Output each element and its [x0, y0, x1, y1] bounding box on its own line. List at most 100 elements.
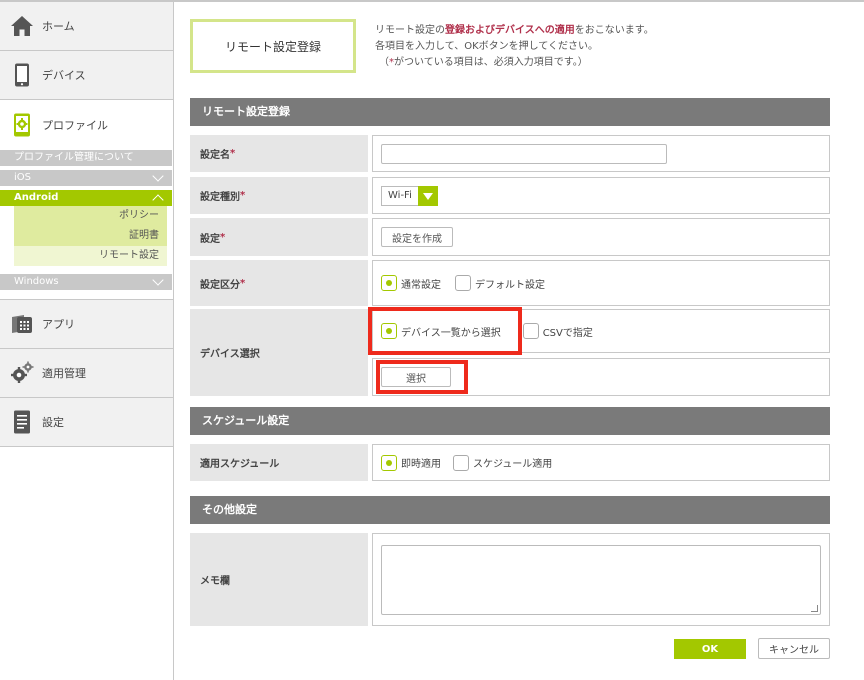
sidebar-item-remote-settings[interactable]: リモート設定 — [14, 246, 167, 266]
app-grid-icon — [10, 312, 34, 336]
schedule-radio-group: 即時適用 スケジュール適用 — [381, 454, 566, 471]
radio-checked-icon — [381, 454, 397, 471]
setting-type-value: Wi-Fi — [388, 190, 412, 201]
setting-name-label-text: 設定名 — [200, 150, 230, 161]
profile-menu-spacer — [0, 290, 173, 300]
setting-label: 設定 * — [190, 218, 368, 256]
intro-line-3: （*がついている項目は、必須入力項目です。） — [375, 55, 654, 71]
setting-type-label: 設定種別 * — [190, 177, 368, 214]
sidebar-item-apply-label: 適用管理 — [42, 367, 86, 380]
sidebar-item-settings[interactable]: 設定 — [0, 398, 173, 447]
sidebar-item-apply[interactable]: 適用管理 — [0, 349, 173, 398]
category-radio-group: 通常設定 デフォルト設定 — [381, 275, 559, 291]
row-category: 設定区分 * 通常設定 デフォルト設定 — [190, 260, 830, 306]
chevron-up-icon — [152, 194, 164, 206]
sidebar-item-profile[interactable]: プロファイル — [0, 100, 173, 150]
setting-name-input[interactable] — [381, 143, 667, 164]
category-cell: 通常設定 デフォルト設定 — [372, 260, 830, 306]
category-default-radio[interactable]: デフォルト設定 — [455, 275, 545, 291]
sidebar-item-profile-label: プロファイル — [42, 119, 108, 132]
sidebar-item-device-label: デバイス — [42, 69, 86, 82]
section-schedule-header: スケジュール設定 — [190, 407, 830, 435]
schedule-now-radio[interactable]: 即時適用 — [381, 454, 441, 471]
sidebar-item-android-label: Android — [14, 192, 59, 203]
cancel-button[interactable]: キャンセル — [758, 638, 830, 659]
category-normal-label: 通常設定 — [401, 279, 441, 291]
android-submenu: ポリシー 証明書 リモート設定 — [14, 206, 167, 266]
sidebar-item-policy[interactable]: ポリシー — [14, 206, 167, 226]
sidebar-item-windows-label: Windows — [14, 276, 59, 287]
smartphone-icon — [10, 63, 34, 87]
setting-cell: 設定を作成 — [372, 218, 830, 256]
sidebar-item-device[interactable]: デバイス — [0, 51, 173, 100]
sidebar-item-android[interactable]: Android — [0, 190, 172, 206]
page-title: リモート設定登録 — [190, 19, 356, 73]
sidebar-item-settings-label: 設定 — [42, 416, 64, 429]
document-icon — [10, 410, 34, 434]
sidebar-item-ios[interactable]: iOS — [0, 170, 172, 186]
sidebar-item-home-label: ホーム — [42, 20, 75, 33]
row-schedule: 適用スケジュール 即時適用 スケジュール適用 — [190, 444, 830, 481]
highlight-select-button — [376, 360, 468, 394]
category-label: 設定区分 * — [190, 260, 368, 306]
sidebar-item-windows[interactable]: Windows — [0, 274, 172, 290]
intro-paren-open: （ — [379, 57, 389, 68]
create-setting-button[interactable]: 設定を作成 — [381, 227, 453, 247]
intro-strong: 登録およびデバイスへの適用 — [445, 25, 575, 36]
schedule-now-label: 即時適用 — [401, 459, 441, 470]
setting-type-label-text: 設定種別 — [200, 192, 240, 203]
row-setting-name: 設定名 * — [190, 135, 830, 172]
dropdown-arrow-icon — [417, 185, 438, 206]
sidebar-item-profile-about[interactable]: プロファイル管理について — [0, 150, 172, 166]
memo-textarea[interactable] — [381, 544, 821, 615]
radio-unchecked-icon — [455, 275, 471, 291]
chevron-down-icon — [152, 170, 164, 182]
required-mark: * — [240, 190, 246, 201]
required-mark: * — [230, 148, 236, 159]
radio-unchecked-icon — [453, 454, 469, 471]
intro-line-2: 各項目を入力して、OKボタンを押してください。 — [375, 41, 599, 52]
sidebar-item-apps[interactable]: アプリ — [0, 300, 173, 349]
gears-icon — [10, 361, 34, 385]
radio-unchecked-icon — [522, 323, 539, 339]
intro-post: をおこないます。 — [574, 25, 654, 36]
sidebar: ホーム デバイス プロファイル プロファイル管理について iOS Android… — [0, 2, 174, 680]
memo-cell — [372, 533, 830, 626]
sidebar-item-apps-label: アプリ — [42, 318, 75, 331]
memo-label: メモ欄 — [190, 533, 368, 626]
schedule-scheduled-radio[interactable]: スケジュール適用 — [453, 454, 552, 471]
required-mark: * — [240, 277, 246, 289]
intro-required-note: がついている項目は、必須入力項目です。） — [394, 57, 588, 68]
sidebar-item-home[interactable]: ホーム — [0, 2, 173, 51]
device-csv-label: CSVで指定 — [542, 327, 593, 339]
highlight-device-list-option — [368, 307, 522, 355]
setting-type-select[interactable]: Wi-Fi — [381, 185, 438, 206]
sidebar-item-certificate[interactable]: 証明書 — [14, 226, 167, 246]
schedule-cell: 即時適用 スケジュール適用 — [372, 444, 830, 481]
required-mark: * — [220, 231, 226, 243]
section-other-header: その他設定 — [190, 496, 830, 524]
section-remote-header: リモート設定登録 — [190, 98, 830, 126]
category-default-label: デフォルト設定 — [475, 279, 545, 291]
setting-name-cell — [372, 135, 830, 172]
setting-name-label: 設定名 * — [190, 135, 368, 172]
row-setting-type: 設定種別 * Wi-Fi — [190, 177, 830, 214]
intro-pre: リモート設定の — [375, 25, 445, 36]
schedule-label: 適用スケジュール — [190, 444, 368, 481]
resize-grip-icon[interactable] — [811, 604, 818, 612]
ok-button[interactable]: OK — [674, 639, 746, 659]
radio-checked-icon — [381, 275, 397, 291]
category-label-text: 設定区分 — [200, 279, 240, 291]
profile-gear-icon — [10, 113, 34, 137]
intro-text: リモート設定の登録およびデバイスへの適用をおこないます。 各項目を入力して、OK… — [375, 23, 654, 71]
home-icon — [10, 14, 34, 38]
device-csv-radio[interactable]: CSVで指定 — [522, 323, 593, 339]
sidebar-item-ios-label: iOS — [14, 172, 31, 183]
setting-label-text: 設定 — [200, 233, 220, 245]
profile-menu: プロファイル プロファイル管理について iOS Android ポリシー 証明書… — [0, 100, 173, 300]
chevron-down-icon — [152, 274, 164, 286]
setting-type-cell: Wi-Fi — [372, 177, 830, 214]
category-normal-radio[interactable]: 通常設定 — [381, 275, 441, 291]
device-select-label: デバイス選択 — [190, 309, 368, 396]
intro-line-1: リモート設定の登録およびデバイスへの適用をおこないます。 — [375, 23, 654, 39]
